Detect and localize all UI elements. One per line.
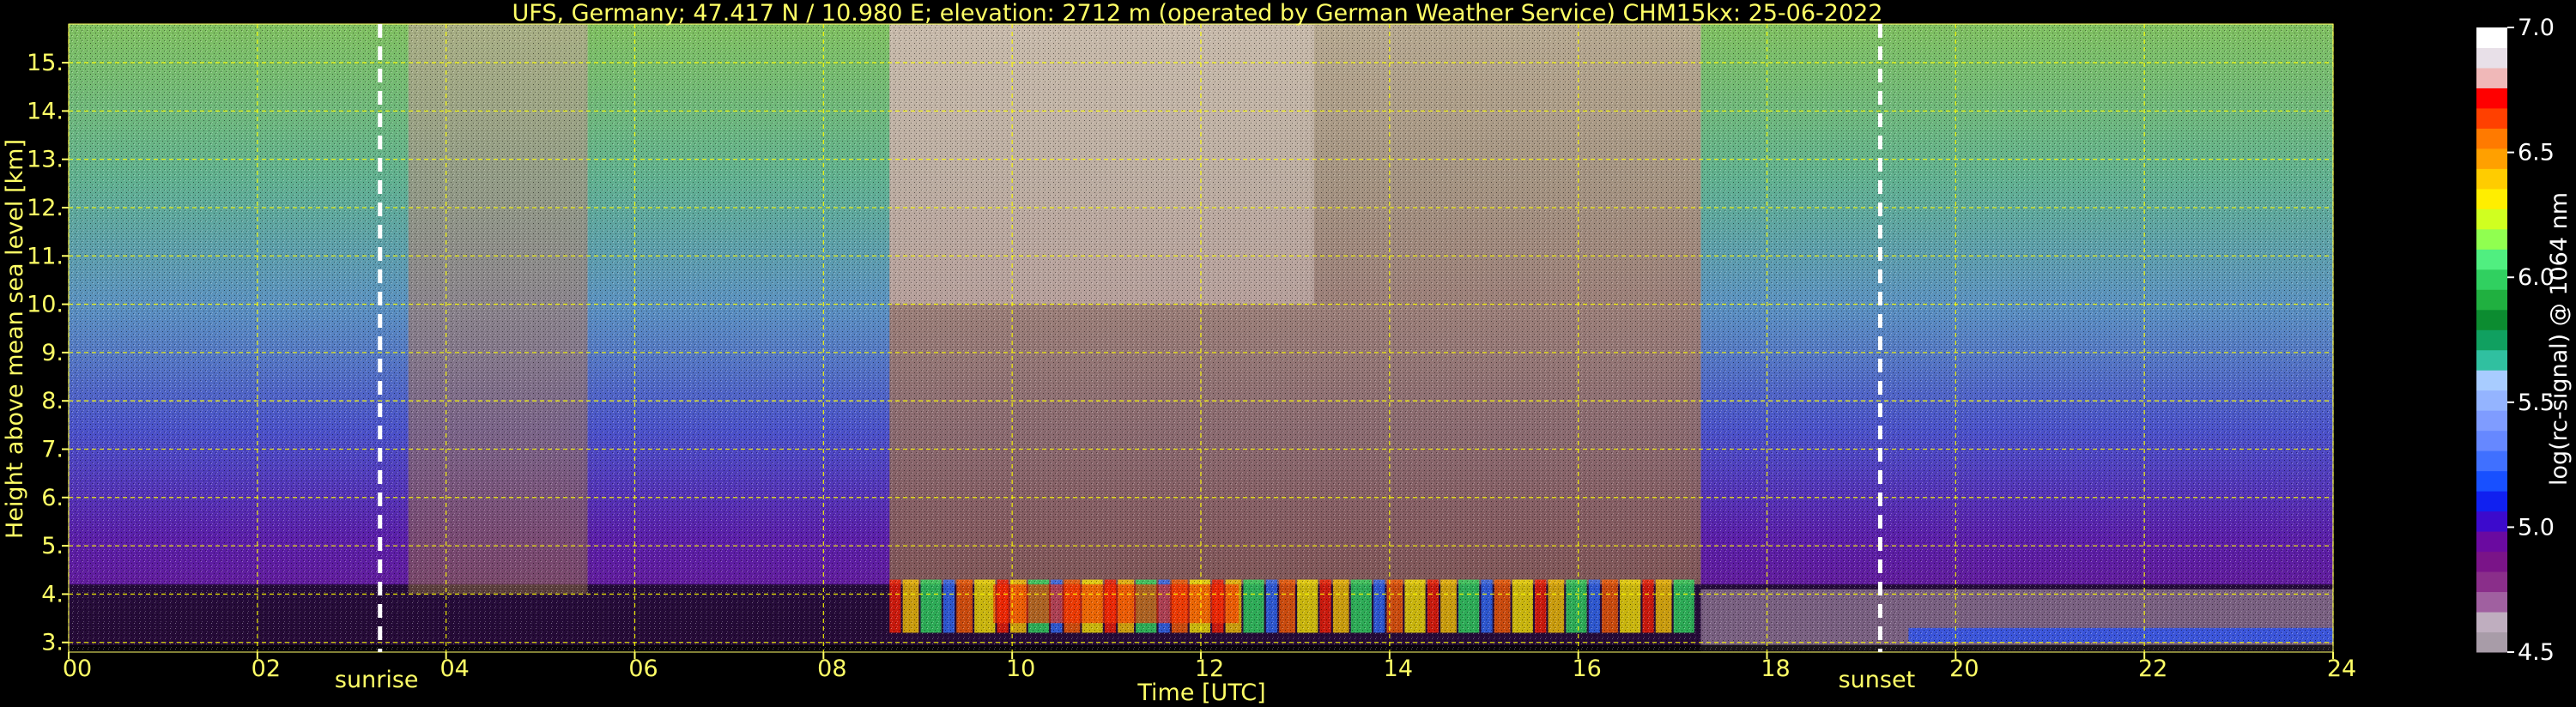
colorbar: 4.55.05.56.06.57.0 (2476, 15, 2555, 666)
colorbar-segment (2476, 168, 2507, 190)
y-tick-label: 10. (27, 292, 64, 318)
colorbar-label: log(rc-signal) @ 1064 nm (2546, 192, 2573, 486)
colorbar-segment (2476, 329, 2507, 351)
colorbar-segment (2476, 27, 2507, 48)
colorbar-segment (2476, 208, 2507, 230)
y-tick-label: 13. (27, 147, 64, 173)
colorbar-segment (2476, 390, 2507, 411)
event-label: sunset (1839, 667, 1916, 693)
colorbar-segment (2476, 107, 2507, 129)
x-tick-label: 18 (1761, 656, 1790, 682)
colorbar-segment (2476, 410, 2507, 432)
colorbar-segment (2476, 249, 2507, 270)
colorbar-segment (2476, 148, 2507, 169)
colorbar-segment (2476, 571, 2507, 593)
x-tick-label: 00 (63, 656, 92, 682)
colorbar-tick-label: 7.0 (2518, 15, 2555, 41)
y-tick-label: 3. (41, 630, 64, 656)
y-tick-label: 15. (27, 50, 64, 76)
colorbar-segment (2476, 67, 2507, 88)
y-tick-label: 14. (27, 98, 64, 124)
y-tick-label: 12. (27, 195, 64, 221)
colorbar-segment (2476, 269, 2507, 290)
x-tick-label: 16 (1572, 656, 1601, 682)
colorbar-segment (2476, 631, 2507, 653)
colorbar-segment (2476, 430, 2507, 451)
colorbar-tick-label: 6.5 (2518, 140, 2555, 166)
y-tick-label: 6. (41, 485, 64, 511)
colorbar-segment (2476, 470, 2507, 492)
colorbar-segment (2476, 349, 2507, 371)
colorbar-segment (2476, 612, 2507, 633)
x-axis-label: Time [UTC] (1136, 680, 1265, 706)
x-tick-label: 10 (1006, 656, 1035, 682)
y-axis-label: Height above mean sea level [km] (2, 139, 28, 539)
colorbar-segment (2476, 551, 2507, 572)
colorbar-segment (2476, 88, 2507, 109)
x-tick-label: 02 (252, 656, 281, 682)
x-tick-label: 24 (2327, 656, 2356, 682)
y-tick-label: 5. (41, 533, 64, 559)
event-label: sunrise (335, 667, 419, 693)
y-tick-label: 9. (41, 340, 64, 366)
colorbar-segment (2476, 228, 2507, 250)
colorbar-segment (2476, 309, 2507, 330)
x-tick-label: 04 (439, 656, 469, 682)
colorbar-segment (2476, 491, 2507, 512)
y-tick-label: 8. (41, 388, 64, 414)
lidar-chart: sunrise sunset 00 02 04 06 08 10 12 14 16 18 20 22 24… (0, 0, 2576, 707)
colorbar-segment (2476, 450, 2507, 472)
colorbar-segment (2476, 128, 2507, 149)
x-tick-label: 14 (1384, 656, 1413, 682)
x-tick-label: 12 (1195, 656, 1224, 682)
x-tick-label: 20 (1949, 656, 1979, 682)
x-tick-label: 08 (817, 656, 846, 682)
y-tick-label: 7. (41, 437, 64, 463)
chart-svg: sunrise sunset 00 02 04 06 08 10 12 14 16 18 20 22 24… (2, 0, 2573, 706)
colorbar-tick-label: 5.0 (2518, 514, 2555, 541)
colorbar-segment (2476, 531, 2507, 553)
y-tick-label: 4. (41, 581, 64, 607)
x-tick-label: 06 (628, 656, 658, 682)
colorbar-tick-label: 4.5 (2518, 639, 2555, 666)
colorbar-segment (2476, 289, 2507, 311)
colorbar-segment (2476, 370, 2507, 391)
colorbar-segment (2476, 188, 2507, 209)
y-tick-label: 11. (27, 243, 64, 269)
x-tick-label: 22 (2138, 656, 2167, 682)
colorbar-segment (2476, 591, 2507, 613)
chart-title: UFS, Germany; 47.417 N / 10.980 E; eleva… (512, 0, 1883, 27)
colorbar-segment (2476, 47, 2507, 69)
colorbar-segment (2476, 511, 2507, 532)
